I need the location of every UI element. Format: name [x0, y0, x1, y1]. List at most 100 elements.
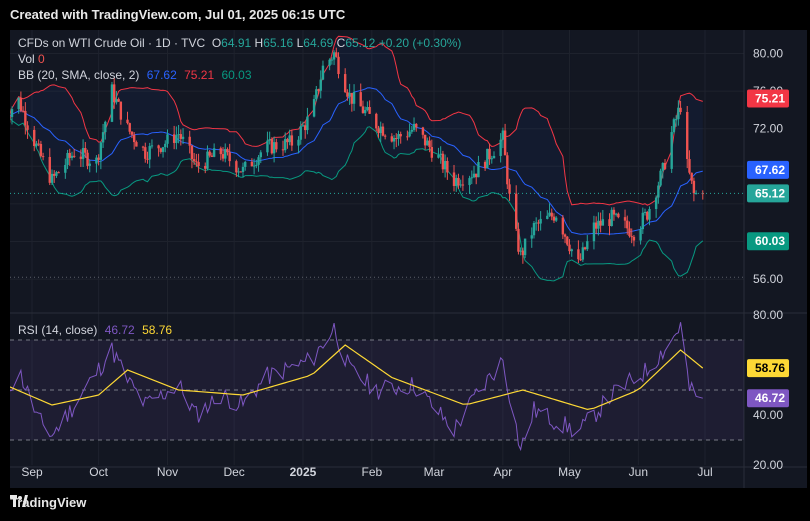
candle-body: [17, 97, 20, 110]
candle-body: [301, 125, 305, 127]
candle-body: [268, 139, 271, 141]
candle-body: [461, 184, 465, 186]
candle-body: [33, 129, 36, 146]
candle-body: [679, 107, 682, 113]
symbol-name: CFDs on WTI Crude Oil · 1D · TVC: [18, 36, 206, 50]
candle-body: [570, 249, 573, 252]
candle-body: [317, 89, 320, 91]
candle-body: [88, 163, 91, 166]
price-tick-label: 72.00: [753, 122, 783, 136]
candle-body: [228, 152, 231, 162]
tradingview-logo: TradingView: [10, 495, 86, 510]
candle-body: [212, 148, 216, 157]
price-tag-label: 67.62: [755, 163, 785, 177]
candle-body: [57, 172, 60, 174]
price-tag-label: 65.12: [755, 186, 785, 200]
candle-body: [210, 155, 214, 157]
candle-body: [648, 208, 651, 220]
candle-body: [79, 156, 83, 159]
candle-body: [548, 212, 551, 216]
candle-body: [119, 101, 123, 120]
candle-body: [330, 59, 334, 61]
candle-body: [197, 162, 200, 166]
candle-body: [632, 236, 636, 241]
candle-body: [132, 134, 136, 143]
rsi-tag-label: 46.72: [755, 391, 785, 405]
candle-body: [343, 74, 347, 93]
candle-body: [477, 162, 480, 178]
candle-body: [172, 134, 176, 143]
candle-body: [275, 142, 278, 150]
candle-body: [412, 123, 416, 130]
time-tick-label: May: [558, 465, 581, 479]
candle-body: [195, 161, 198, 163]
candle-body: [439, 153, 442, 156]
candle-body: [224, 149, 227, 159]
candle-body: [492, 155, 496, 159]
candle-body: [586, 241, 589, 250]
candle-body: [694, 193, 698, 195]
candle-body: [452, 172, 456, 186]
candle-body: [521, 250, 525, 256]
candle-body: [361, 106, 365, 114]
candle-body: [583, 247, 587, 250]
volume-label: Vol: [18, 52, 35, 66]
candle-body: [581, 247, 585, 260]
candle-body: [221, 154, 225, 159]
candle-body: [284, 139, 287, 151]
price-tick-label: 80.00: [753, 47, 783, 61]
candle-body: [410, 129, 414, 132]
candle-body: [519, 250, 522, 252]
candle-body: [503, 130, 507, 156]
candle-body: [579, 259, 582, 261]
candle-body: [315, 89, 318, 100]
candle-body: [397, 134, 400, 139]
volume-legend: Vol 0: [18, 52, 45, 66]
close-value: 65.12: [345, 36, 376, 50]
candle-body: [299, 126, 302, 140]
change-value: +0.20 (+0.30%): [378, 36, 462, 50]
candle-body: [670, 132, 673, 169]
bb-lower-value: 60.03: [221, 68, 252, 82]
close-label: C: [336, 36, 346, 50]
candle-body: [475, 173, 478, 178]
candle-body: [550, 212, 553, 217]
candle-body: [368, 107, 371, 114]
candle-body: [135, 142, 138, 147]
open-value: 64.91: [221, 36, 252, 50]
candle-body: [48, 156, 51, 183]
candle-body: [639, 229, 642, 241]
candle-body: [306, 116, 309, 131]
candle-body: [24, 110, 27, 126]
candle-body: [252, 165, 256, 167]
candle-body: [692, 180, 696, 194]
top-bar: Created with TradingView.com, Jul 01, 20…: [0, 0, 810, 30]
time-tick-label: Jun: [629, 465, 648, 479]
price-tag-label: 60.03: [755, 234, 785, 248]
time-tick-label: Apr: [494, 465, 513, 479]
chart-svg[interactable]: 80.0076.0072.0056.0075.2167.6265.1260.03…: [10, 30, 807, 488]
candle-body: [166, 134, 169, 144]
candle-body: [312, 99, 316, 117]
candle-body: [235, 161, 238, 173]
candle-body: [101, 132, 105, 143]
candle-body: [426, 140, 429, 146]
candle-body: [144, 147, 147, 159]
candle-body: [130, 131, 134, 135]
bottom-bar: [0, 488, 810, 521]
candle-body: [490, 158, 493, 160]
chart-panel[interactable]: 80.0076.0072.0056.0075.2167.6265.1260.03…: [10, 30, 807, 488]
candle-body: [457, 177, 460, 186]
candle-body: [539, 218, 542, 224]
candle-body: [272, 142, 276, 154]
candle-body: [157, 145, 160, 149]
candle-body: [150, 145, 154, 147]
volume-value: 0: [38, 52, 45, 66]
candle-body: [608, 219, 611, 227]
candle-body: [237, 171, 240, 173]
page-title: Created with TradingView.com, Jul 01, 20…: [10, 7, 346, 22]
candle-body: [328, 59, 331, 66]
candle-body: [379, 126, 382, 134]
candle-body: [390, 136, 394, 142]
candle-body: [346, 92, 349, 97]
